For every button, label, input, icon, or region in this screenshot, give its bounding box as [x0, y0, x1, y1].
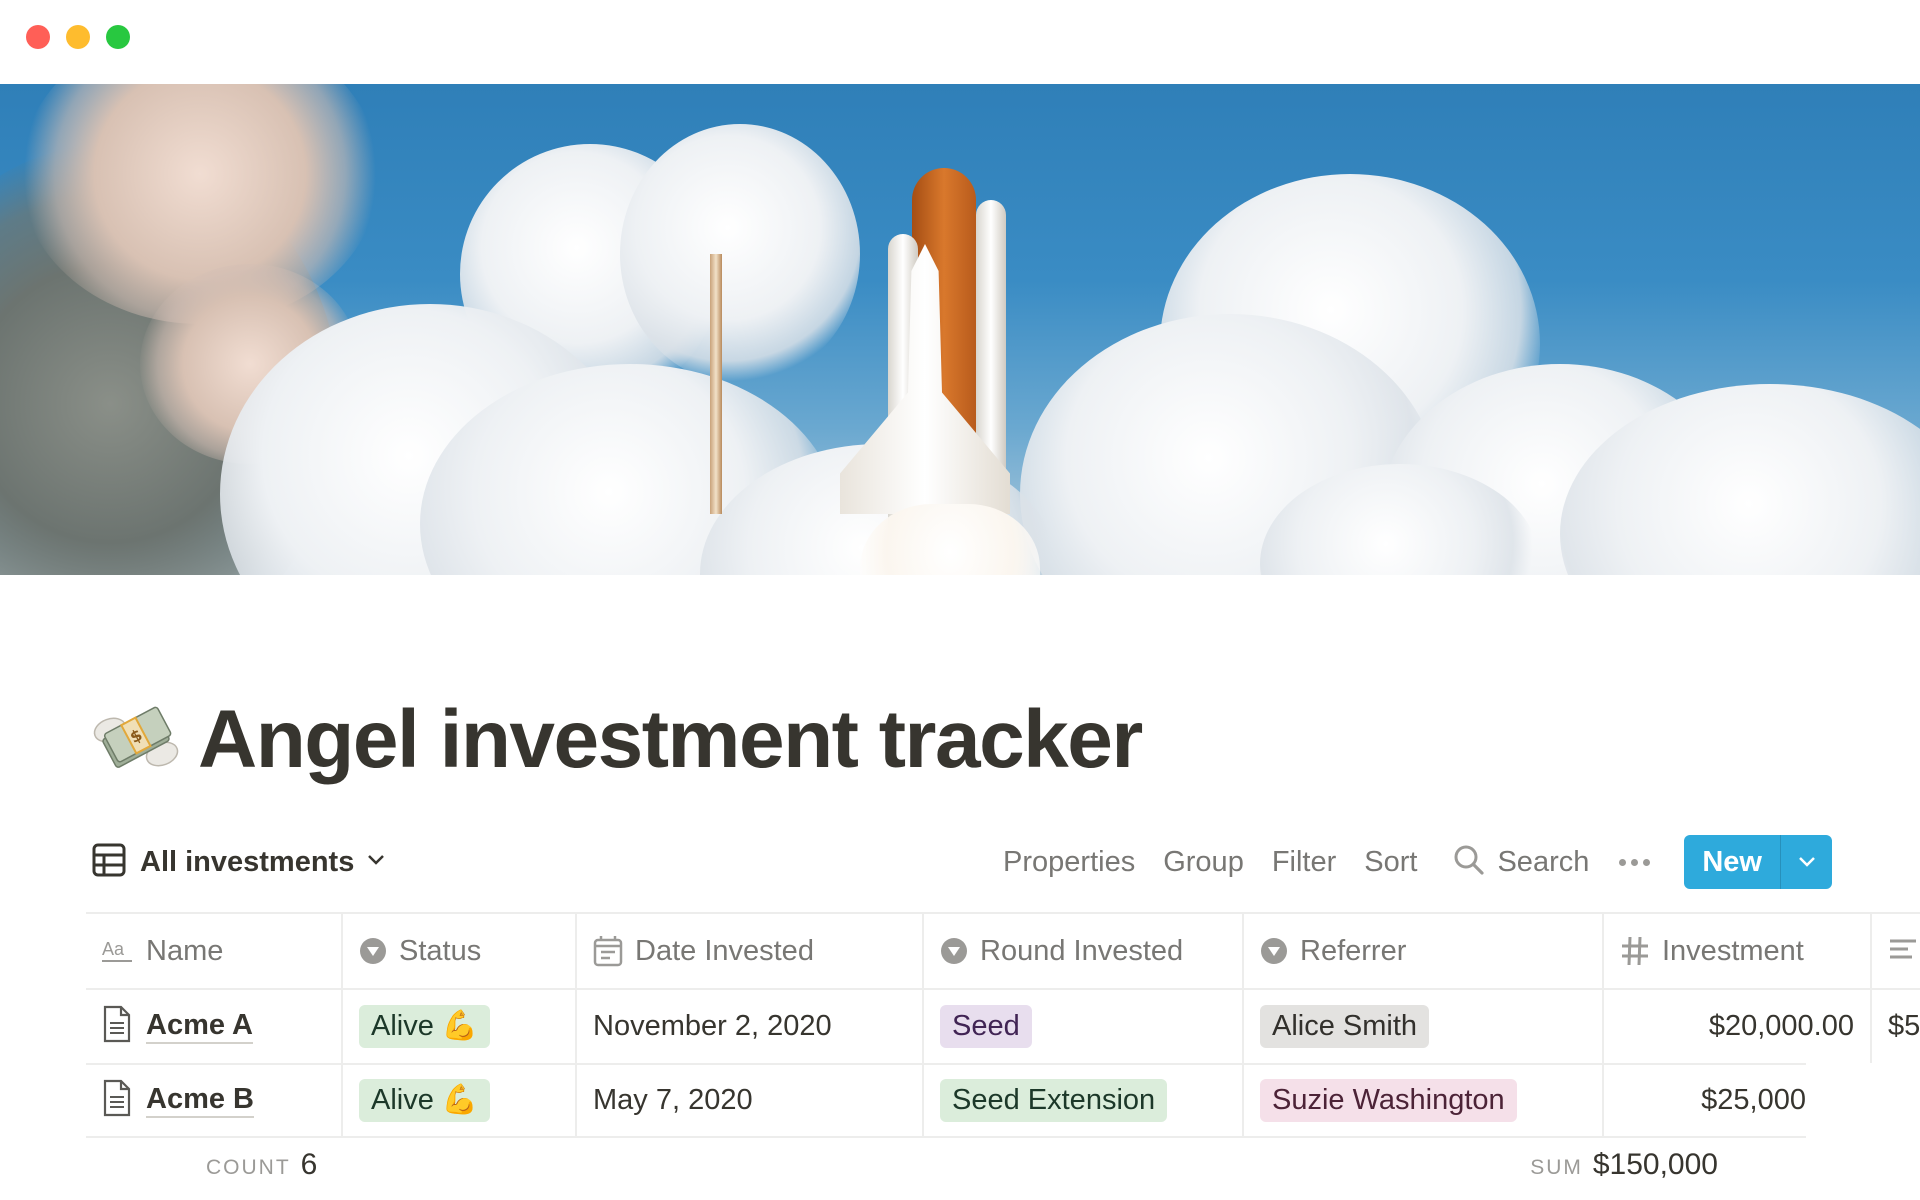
sum-calculation[interactable]: SUM $150,000 [1530, 1148, 1718, 1182]
database-toolbar: All investments Properties Group Filter … [92, 834, 1832, 890]
filter-button[interactable]: Filter [1272, 846, 1336, 879]
zoom-window-button[interactable] [106, 25, 130, 49]
table-row[interactable]: Acme B Alive 💪 May 7, 2020 Seed Extensio… [86, 1063, 1806, 1138]
date-cell[interactable]: November 2, 2020 [577, 990, 924, 1063]
extra-cell[interactable]: $5 [1872, 990, 1920, 1063]
select-icon [359, 937, 387, 965]
investment-cell[interactable]: $25,000 [1604, 1065, 1806, 1136]
column-header-date-invested[interactable]: Date Invested [577, 914, 924, 988]
round-badge: Seed Extension [940, 1079, 1168, 1122]
minimize-window-button[interactable] [66, 25, 90, 49]
column-header-status[interactable]: Status [343, 914, 577, 988]
text-lines-icon [1888, 937, 1918, 965]
view-name: All investments [140, 845, 355, 878]
svg-text:Aa: Aa [102, 939, 125, 959]
page-icon [102, 1079, 132, 1122]
more-options-icon[interactable] [1619, 858, 1651, 866]
table-footer: COUNT 6 SUM $150,000 [86, 1140, 1806, 1190]
status-cell[interactable]: Alive 💪 [343, 1065, 577, 1136]
date-cell[interactable]: May 7, 2020 [577, 1065, 924, 1136]
select-icon [1260, 937, 1288, 965]
group-button[interactable]: Group [1163, 846, 1244, 879]
round-badge: Seed [940, 1005, 1032, 1048]
column-header-round-invested[interactable]: Round Invested [924, 914, 1244, 988]
referrer-badge: Alice Smith [1260, 1005, 1430, 1048]
search-label: Search [1497, 845, 1590, 878]
select-icon [940, 937, 968, 965]
chevron-down-icon [1798, 857, 1815, 867]
column-header-name[interactable]: Aa Name [86, 914, 343, 988]
column-header-investment[interactable]: Investment [1604, 914, 1872, 988]
chevron-down-icon [366, 853, 386, 872]
search-icon [1453, 844, 1485, 881]
view-switcher[interactable]: All investments [92, 834, 386, 890]
new-button[interactable]: New [1684, 835, 1780, 889]
page-header: $ Angel investment tracker [92, 690, 1143, 790]
sort-button[interactable]: Sort [1364, 846, 1417, 879]
count-calculation[interactable]: COUNT 6 [206, 1148, 317, 1182]
investment-cell[interactable]: $20,000.00 [1604, 990, 1872, 1063]
new-button-group: New [1684, 835, 1832, 889]
page-icon [102, 1005, 132, 1048]
new-dropdown-button[interactable] [1780, 835, 1832, 889]
page-title[interactable]: Angel investment tracker [198, 693, 1143, 787]
name-cell[interactable]: Acme B [86, 1065, 343, 1136]
referrer-cell[interactable]: Suzie Washington [1244, 1065, 1604, 1136]
referrer-cell[interactable]: Alice Smith [1244, 990, 1604, 1063]
column-header-referrer[interactable]: Referrer [1244, 914, 1604, 988]
number-hash-icon [1620, 935, 1650, 967]
money-with-wings-icon[interactable]: $ [92, 696, 180, 784]
row-title[interactable]: Acme B [146, 1083, 254, 1119]
calendar-icon [593, 935, 623, 967]
search-button[interactable]: Search [1453, 844, 1589, 881]
row-title[interactable]: Acme A [146, 1009, 253, 1045]
launch-tower [710, 254, 722, 514]
round-cell[interactable]: Seed [924, 990, 1244, 1063]
text-aa-icon: Aa [102, 937, 134, 965]
name-cell[interactable]: Acme A [86, 990, 343, 1063]
investments-table: Aa Name Status Date Invested Round Inves… [86, 912, 1920, 1138]
referrer-badge: Suzie Washington [1260, 1079, 1517, 1122]
round-cell[interactable]: Seed Extension [924, 1065, 1244, 1136]
table-row[interactable]: Acme A Alive 💪 November 2, 2020 Seed Ali… [86, 988, 1920, 1063]
close-window-button[interactable] [26, 25, 50, 49]
column-header-text[interactable] [1872, 914, 1920, 988]
page-cover-image [0, 84, 1920, 575]
table-header-row: Aa Name Status Date Invested Round Inves… [86, 912, 1920, 988]
properties-button[interactable]: Properties [1003, 846, 1135, 879]
status-badge: Alive 💪 [359, 1079, 491, 1122]
toolbar-actions: Properties Group Filter Sort Search New [1003, 834, 1832, 890]
window-titlebar [0, 0, 1920, 84]
table-icon [92, 843, 126, 882]
status-cell[interactable]: Alive 💪 [343, 990, 577, 1063]
status-badge: Alive 💪 [359, 1005, 491, 1048]
